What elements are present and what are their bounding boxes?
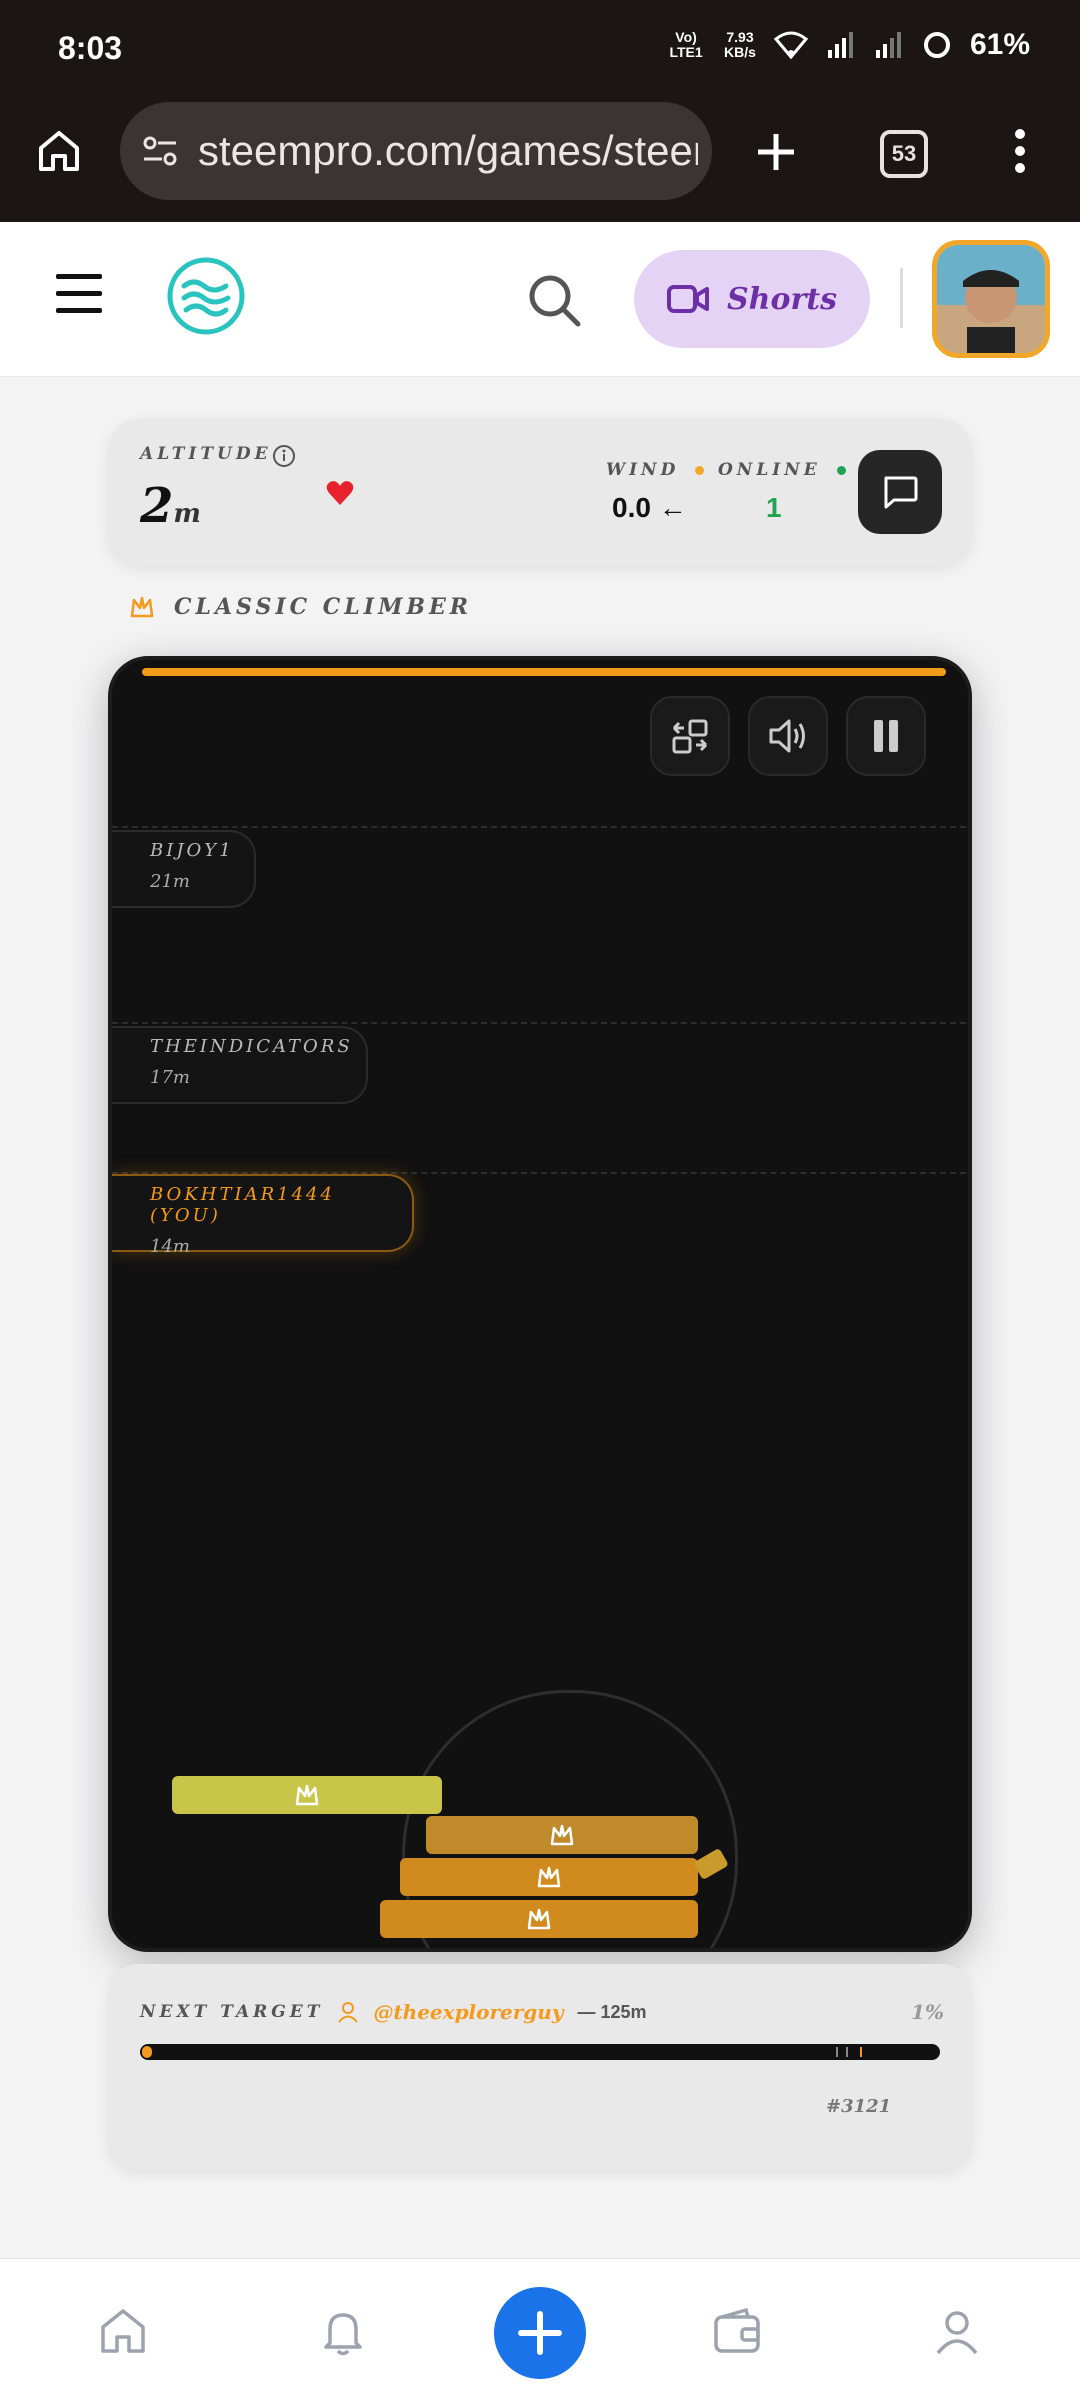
steem-logo[interactable] bbox=[166, 256, 246, 336]
top-accent-bar bbox=[142, 668, 946, 676]
volte-label: Vo) LTE1 bbox=[669, 29, 703, 60]
altitude-unit: m bbox=[173, 499, 201, 529]
status-bar: 8:03 Vo) LTE1 7.93 KB/s 61% bbox=[0, 0, 1080, 102]
net-speed: 7.93 KB/s bbox=[724, 30, 756, 60]
bottom-nav bbox=[0, 2258, 1080, 2401]
mode-label: CLASSIC CLIMBER bbox=[174, 594, 473, 620]
marker-altitude: 14m bbox=[150, 1236, 190, 1257]
progress-tick bbox=[836, 2047, 838, 2057]
pause-button[interactable] bbox=[846, 696, 926, 776]
player-marker: BIJOY1 21m bbox=[112, 830, 256, 908]
online-value: 1 bbox=[766, 492, 782, 523]
tower-block bbox=[400, 1858, 698, 1896]
progress-bar bbox=[140, 2044, 940, 2060]
status-icons: Vo) LTE1 7.93 KB/s 61% bbox=[666, 28, 1030, 62]
tune-icon[interactable] bbox=[140, 131, 180, 171]
speed-value: 7.93 bbox=[726, 29, 754, 45]
signal-icon-2 bbox=[875, 32, 901, 58]
rank-label: #3121 bbox=[826, 2096, 892, 2117]
height-line-2 bbox=[112, 1022, 968, 1024]
tab-count: 53 bbox=[891, 141, 917, 166]
address-bar[interactable]: steempro.com/games/steer bbox=[120, 102, 712, 200]
player-marker-you: BOKHTIAR1444 (YOU) 14m bbox=[112, 1174, 414, 1257]
signal-icon bbox=[827, 32, 853, 58]
shorts-label: Shorts bbox=[726, 281, 838, 317]
crown-icon bbox=[550, 1824, 574, 1846]
wallet-icon[interactable] bbox=[712, 2307, 762, 2355]
wind-label-text: WIND bbox=[606, 460, 680, 480]
marker-name: THEINDICATORS bbox=[150, 1036, 353, 1057]
battery-icon bbox=[923, 32, 950, 58]
wind-dot bbox=[695, 466, 705, 475]
header-divider bbox=[900, 268, 903, 328]
stats-card: ALTITUDE 2m WIND 0.0 ← ONLINE 1 bbox=[108, 418, 972, 566]
next-target-card: NEXT TARGET @theexplorerguy — 125m 1% #3… bbox=[108, 1964, 972, 2170]
tab-switcher-button[interactable]: 53 bbox=[880, 130, 928, 178]
crown-icon bbox=[130, 596, 154, 618]
game-board[interactable]: BIJOY1 21m THEINDICATORS 17m BOKHTIAR144… bbox=[108, 656, 972, 1952]
tower-block bbox=[172, 1776, 442, 1814]
user-icon[interactable] bbox=[932, 2307, 982, 2357]
shorts-button[interactable]: Shorts bbox=[634, 250, 870, 348]
clock: 8:03 bbox=[58, 30, 123, 66]
marker-name: BOKHTIAR1444 (YOU) bbox=[150, 1184, 335, 1226]
avatar[interactable] bbox=[932, 240, 1050, 358]
bell-icon[interactable] bbox=[318, 2307, 368, 2357]
height-line-1 bbox=[112, 826, 968, 828]
tower-block bbox=[380, 1900, 698, 1938]
marker-name: BIJOY1 bbox=[150, 840, 234, 861]
player-marker: THEINDICATORS 17m bbox=[112, 1026, 368, 1104]
altitude-readout: 2m bbox=[140, 478, 201, 534]
progress-tick bbox=[846, 2047, 848, 2057]
crown-icon bbox=[537, 1866, 561, 1888]
menu-icon[interactable] bbox=[54, 272, 104, 316]
altitude-value: 2 bbox=[140, 478, 174, 534]
wind-value: 0.0 ← bbox=[612, 492, 687, 523]
chat-icon bbox=[884, 476, 918, 509]
volte-indicator: Vo) LTE1 bbox=[666, 30, 706, 60]
wind-label: WIND bbox=[606, 460, 705, 480]
plus-icon bbox=[518, 2311, 562, 2355]
speed-unit: KB/s bbox=[724, 44, 756, 60]
marker-altitude: 21m bbox=[150, 871, 190, 892]
progress-tick bbox=[860, 2047, 862, 2057]
home-icon[interactable] bbox=[36, 128, 82, 174]
volume-button[interactable] bbox=[748, 696, 828, 776]
target-row: NEXT TARGET @theexplorerguy — 125m bbox=[140, 2000, 647, 2024]
avatar-image bbox=[937, 245, 1045, 353]
swap-button[interactable] bbox=[650, 696, 730, 776]
marker-altitude: 17m bbox=[150, 1067, 190, 1088]
info-icon[interactable] bbox=[272, 444, 296, 468]
target-percent: 1% bbox=[911, 2000, 944, 2024]
home-icon[interactable] bbox=[98, 2307, 148, 2355]
target-label: NEXT TARGET bbox=[140, 2002, 324, 2022]
tower-block bbox=[426, 1816, 698, 1854]
swap-icon bbox=[672, 719, 708, 754]
altitude-label: ALTITUDE bbox=[140, 444, 272, 464]
game-mode: CLASSIC CLIMBER bbox=[130, 594, 472, 620]
progress-fill bbox=[142, 2046, 152, 2058]
browser-toolbar: steempro.com/games/steer 53 bbox=[0, 102, 1080, 222]
video-icon bbox=[666, 285, 709, 313]
target-distance: — 125m bbox=[577, 2001, 647, 2022]
site-header: Shorts bbox=[0, 222, 1080, 377]
crown-icon bbox=[295, 1784, 319, 1806]
heart-icon bbox=[326, 481, 354, 505]
url-text: steempro.com/games/steer bbox=[198, 127, 698, 174]
pause-icon bbox=[874, 720, 898, 752]
target-user[interactable]: @theexplorerguy bbox=[373, 2000, 563, 2024]
battery-level: 61% bbox=[969, 28, 1030, 61]
online-label-text: ONLINE bbox=[718, 460, 821, 480]
more-vert-icon[interactable] bbox=[1006, 128, 1034, 174]
chat-button[interactable] bbox=[858, 450, 942, 534]
plus-icon[interactable] bbox=[754, 130, 798, 174]
volume-icon bbox=[769, 719, 805, 753]
crown-icon bbox=[527, 1908, 551, 1930]
search-icon[interactable] bbox=[526, 272, 582, 328]
online-dot bbox=[836, 466, 846, 475]
online-label: ONLINE bbox=[718, 460, 846, 480]
create-post-button[interactable] bbox=[494, 2287, 586, 2379]
user-icon bbox=[338, 2002, 359, 2023]
wifi-icon bbox=[773, 31, 808, 59]
